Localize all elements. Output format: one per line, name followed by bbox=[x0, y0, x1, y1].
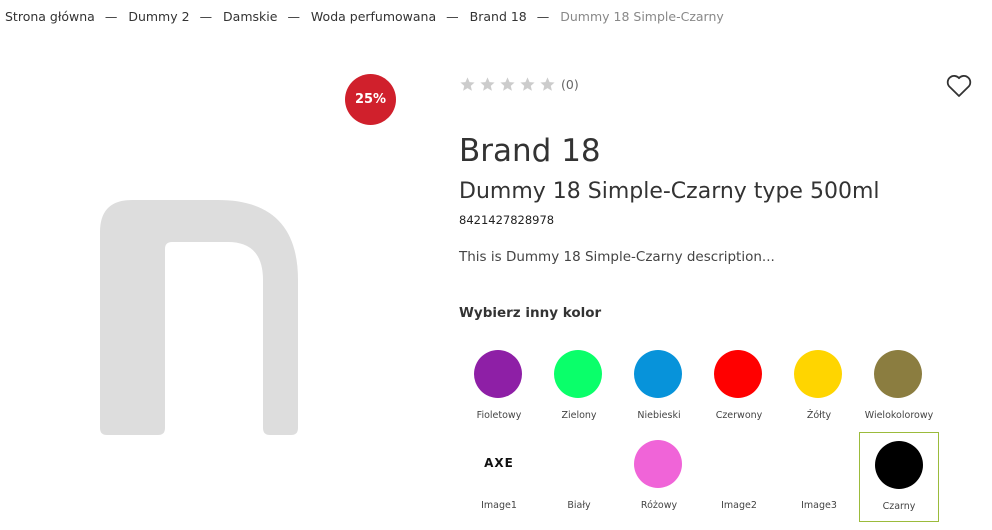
color-dot bbox=[634, 350, 682, 398]
color-swatch-fioletowy[interactable]: Fioletowy bbox=[459, 342, 539, 432]
color-swatch-label: Czarny bbox=[882, 501, 916, 512]
star-icon bbox=[460, 77, 475, 91]
star-icon bbox=[520, 77, 535, 91]
heart-icon[interactable] bbox=[946, 74, 972, 98]
breadcrumb-separator: — bbox=[536, 9, 550, 24]
breadcrumb: Strona główna — Dummy 2 — Damskie — Woda pe… bbox=[5, 9, 724, 24]
product-brand: Brand 18 bbox=[459, 133, 601, 169]
color-swatch-image2[interactable]: Image2 bbox=[699, 432, 779, 522]
color-swatch-label: Wielokolorowy bbox=[864, 410, 934, 421]
color-dot bbox=[875, 441, 923, 489]
discount-badge: 25% bbox=[345, 74, 396, 125]
image-placeholder-icon bbox=[100, 200, 298, 435]
color-swatch-czerwony[interactable]: Czerwony bbox=[699, 342, 779, 432]
star-icon bbox=[500, 77, 515, 91]
color-dot bbox=[794, 350, 842, 398]
product-name: Dummy 18 Simple-Czarny type 500ml bbox=[459, 179, 880, 204]
color-swatch-zolty[interactable]: Żółty bbox=[779, 342, 859, 432]
color-dot bbox=[554, 440, 602, 488]
star-icon bbox=[480, 77, 495, 91]
color-swatch-wielokolorowy[interactable]: Wielokolorowy bbox=[859, 342, 939, 432]
color-dot bbox=[874, 350, 922, 398]
color-dot bbox=[634, 440, 682, 488]
color-picker-heading: Wybierz inny kolor bbox=[459, 305, 602, 321]
breadcrumb-separator: — bbox=[199, 9, 213, 24]
axe-logo: AXE bbox=[484, 456, 514, 470]
breadcrumb-separator: — bbox=[287, 9, 300, 24]
breadcrumb-damskie[interactable]: Damskie bbox=[223, 9, 277, 24]
star-icon bbox=[540, 77, 555, 91]
breadcrumb-brand-18[interactable]: Brand 18 bbox=[470, 9, 527, 24]
color-swatch-image1[interactable]: AXE Image1 bbox=[459, 432, 539, 522]
breadcrumb-separator: — bbox=[446, 9, 459, 24]
breadcrumb-separator: — bbox=[104, 9, 118, 24]
breadcrumb-home[interactable]: Strona główna bbox=[5, 9, 95, 24]
breadcrumb-dummy-2[interactable]: Dummy 2 bbox=[128, 9, 189, 24]
color-swatch-zielony[interactable]: Zielony bbox=[539, 342, 619, 432]
color-swatch-niebieski[interactable]: Niebieski bbox=[619, 342, 699, 432]
color-dot bbox=[554, 350, 602, 398]
breadcrumb-woda-perfumowana[interactable]: Woda perfumowana bbox=[311, 9, 436, 24]
color-swatch-bialy[interactable]: Biały bbox=[539, 432, 619, 522]
breadcrumb-current: Dummy 18 Simple-Czarny bbox=[560, 9, 724, 24]
rating[interactable]: (0) bbox=[459, 76, 579, 93]
color-swatch-image3[interactable]: Image3 bbox=[779, 432, 859, 522]
rating-count: (0) bbox=[561, 77, 579, 92]
product-description: This is Dummy 18 Simple-Czarny descripti… bbox=[459, 249, 775, 265]
color-swatch-czarny[interactable]: Czarny bbox=[859, 432, 939, 522]
color-swatch-rozowy[interactable]: Różowy bbox=[619, 432, 699, 522]
color-dot bbox=[474, 350, 522, 398]
product-ean: 8421427828978 bbox=[459, 213, 555, 227]
color-dot bbox=[714, 350, 762, 398]
